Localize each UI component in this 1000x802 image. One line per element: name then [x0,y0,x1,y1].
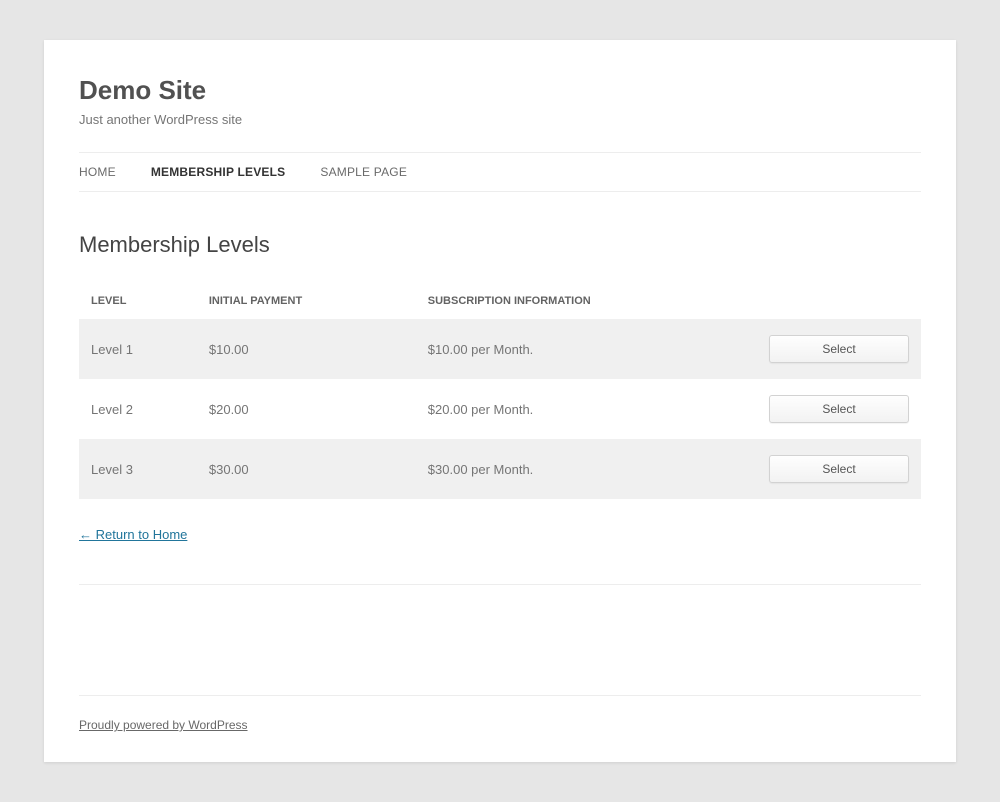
main-content: Membership Levels Level Initial Payment … [79,192,921,625]
site-footer: Proudly powered by WordPress [79,695,921,762]
select-button[interactable]: Select [769,395,909,423]
footer-credit-link[interactable]: Proudly powered by WordPress [79,718,248,732]
membership-levels-table: Level Initial Payment Subscription Infor… [79,283,921,499]
select-button[interactable]: Select [769,335,909,363]
cell-action: Select [753,319,921,379]
cell-initial: $30.00 [197,439,416,499]
cell-action: Select [753,379,921,439]
nav-home[interactable]: HOME [79,153,116,191]
nav-membership-levels[interactable]: MEMBERSHIP LEVELS [151,153,286,191]
cell-level: Level 3 [79,439,197,499]
cell-level: Level 2 [79,379,197,439]
th-initial-payment: Initial Payment [197,283,416,319]
cell-subscription: $10.00 per Month. [416,319,753,379]
site-tagline: Just another WordPress site [79,112,921,127]
cell-subscription: $20.00 per Month. [416,379,753,439]
table-row: Level 3 $30.00 $30.00 per Month. Select [79,439,921,499]
select-button[interactable]: Select [769,455,909,483]
th-level: Level [79,283,197,319]
table-row: Level 1 $10.00 $10.00 per Month. Select [79,319,921,379]
site-header: Demo Site Just another WordPress site HO… [79,40,921,192]
page-container: Demo Site Just another WordPress site HO… [44,40,956,762]
th-subscription-info: Subscription Information [416,283,753,319]
divider [79,584,921,585]
cell-level: Level 1 [79,319,197,379]
cell-action: Select [753,439,921,499]
table-row: Level 2 $20.00 $20.00 per Month. Select [79,379,921,439]
return-home-link[interactable]: ← Return to Home [79,527,187,542]
nav-sample-page[interactable]: SAMPLE PAGE [320,153,407,191]
cell-subscription: $30.00 per Month. [416,439,753,499]
main-nav: HOME MEMBERSHIP LEVELS SAMPLE PAGE [79,152,921,192]
cell-initial: $10.00 [197,319,416,379]
cell-initial: $20.00 [197,379,416,439]
th-action [753,283,921,319]
site-title: Demo Site [79,75,921,106]
page-title: Membership Levels [79,232,921,258]
